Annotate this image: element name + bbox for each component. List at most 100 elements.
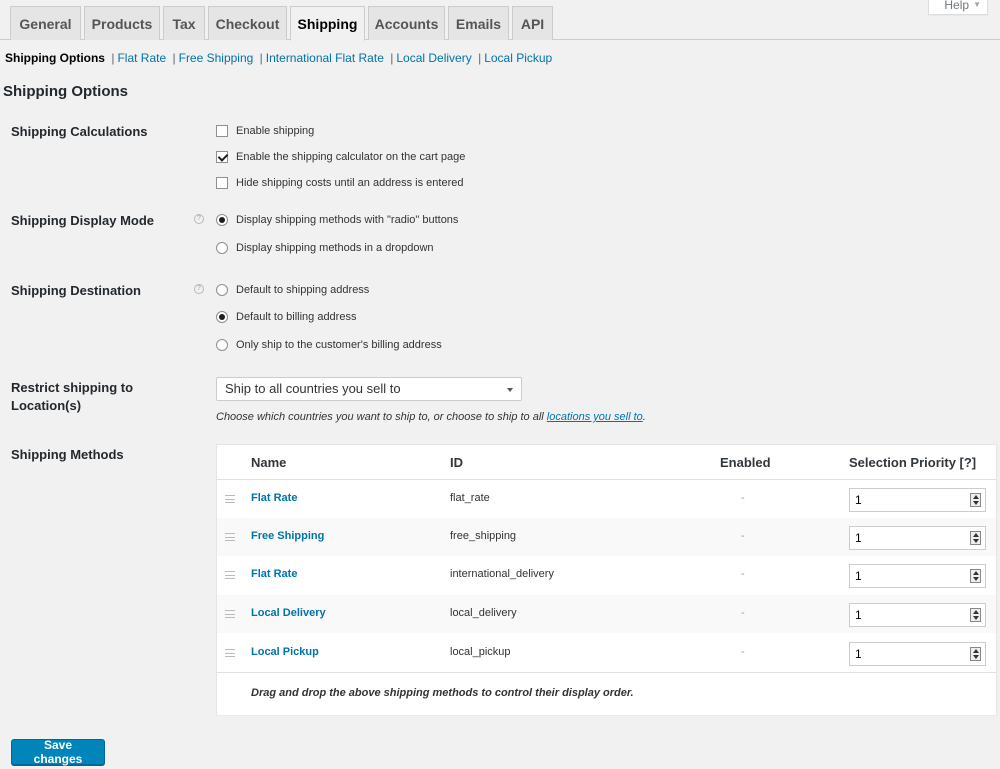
- method-enabled: -: [741, 646, 745, 658]
- subnav-separator: |: [111, 51, 115, 65]
- priority-input[interactable]: 1: [849, 564, 986, 588]
- column-header-id: ID: [450, 455, 463, 470]
- enable-shipping-checkbox[interactable]: Enable shipping: [216, 125, 314, 137]
- tab-general[interactable]: General: [10, 6, 81, 40]
- method-id: free_shipping: [450, 530, 517, 542]
- tab-accounts[interactable]: Accounts: [368, 6, 445, 40]
- drag-handle-icon[interactable]: [225, 610, 235, 618]
- priority-value: 1: [855, 647, 862, 661]
- method-name-link[interactable]: Flat Rate: [251, 492, 297, 504]
- table-header: Name ID Enabled Selection Priority [?]: [217, 445, 996, 480]
- locations-you-sell-to-link[interactable]: locations you sell to: [547, 411, 643, 423]
- tab-api[interactable]: API: [512, 6, 553, 40]
- dropdown-arrow-icon: [507, 388, 513, 392]
- page-title: Shipping Options: [3, 83, 128, 100]
- radio-circle[interactable]: [216, 242, 228, 254]
- method-name-link[interactable]: Local Pickup: [251, 646, 319, 658]
- method-id: local_delivery: [450, 607, 517, 619]
- select-value: Ship to all countries you sell to: [225, 381, 401, 396]
- spinner-icon[interactable]: [970, 493, 981, 507]
- subnav-separator: |: [478, 51, 482, 65]
- restrict-label-line1: Restrict shipping to: [11, 380, 134, 395]
- restrict-shipping-label: Restrict shipping to Location(s): [11, 379, 133, 415]
- method-enabled: -: [741, 530, 745, 542]
- subnav-link-free-shipping[interactable]: Free Shipping: [179, 51, 254, 65]
- default-billing-address-option[interactable]: Default to billing address: [216, 311, 356, 323]
- table-row[interactable]: Flat Rate flat_rate - 1: [217, 480, 996, 518]
- tab-checkout[interactable]: Checkout: [208, 6, 287, 40]
- checkbox-box[interactable]: [216, 177, 228, 189]
- spinner-icon[interactable]: [970, 569, 981, 583]
- table-row[interactable]: Free Shipping free_shipping - 1: [217, 518, 996, 556]
- subnav-link-international-flat-rate[interactable]: International Flat Rate: [266, 51, 384, 65]
- radio-circle[interactable]: [216, 284, 228, 296]
- subnav-separator: |: [172, 51, 176, 65]
- method-name-link[interactable]: Local Delivery: [251, 607, 326, 619]
- hide-shipping-costs-checkbox[interactable]: Hide shipping costs until an address is …: [216, 177, 463, 189]
- radio-circle[interactable]: [216, 339, 228, 351]
- shipping-destination-label: Shipping Destination: [11, 283, 141, 298]
- spinner-icon[interactable]: [970, 608, 981, 622]
- only-billing-address-option[interactable]: Only ship to the customer's billing addr…: [216, 339, 442, 351]
- priority-value: 1: [855, 569, 862, 583]
- priority-input[interactable]: 1: [849, 642, 986, 666]
- drag-handle-icon[interactable]: [225, 495, 235, 503]
- spinner-icon[interactable]: [970, 531, 981, 545]
- option-label: Only ship to the customer's billing addr…: [236, 339, 442, 351]
- table-footer: Drag and drop the above shipping methods…: [217, 672, 996, 715]
- subnav-current: Shipping Options: [5, 51, 105, 65]
- radio-circle[interactable]: [216, 214, 228, 226]
- method-name-link[interactable]: Flat Rate: [251, 568, 297, 580]
- option-label: Enable shipping: [236, 125, 315, 137]
- shipping-methods-table: Name ID Enabled Selection Priority [?] F…: [216, 444, 997, 715]
- table-row[interactable]: Flat Rate international_delivery - 1: [217, 556, 996, 594]
- method-name-link[interactable]: Free Shipping: [251, 530, 324, 542]
- settings-tabs: General Products Tax Checkout Shipping A…: [0, 0, 1000, 41]
- method-id: international_delivery: [450, 568, 554, 580]
- section-subnav: Shipping Options | Flat Rate | Free Shippi…: [5, 51, 552, 65]
- shipping-methods-label: Shipping Methods: [11, 447, 124, 462]
- priority-input[interactable]: 1: [849, 488, 986, 512]
- option-label: Default to billing address: [236, 311, 357, 323]
- shipping-calculations-label: Shipping Calculations: [11, 124, 148, 139]
- spinner-icon[interactable]: [970, 647, 981, 661]
- subnav-link-local-delivery[interactable]: Local Delivery: [396, 51, 471, 65]
- tab-shipping[interactable]: Shipping: [290, 6, 365, 41]
- subnav-link-local-pickup[interactable]: Local Pickup: [484, 51, 552, 65]
- column-header-priority[interactable]: Selection Priority [?]: [849, 455, 976, 470]
- tab-products[interactable]: Products: [84, 6, 160, 40]
- display-dropdown-option[interactable]: Display shipping methods in a dropdown: [216, 242, 434, 254]
- drag-handle-icon[interactable]: [225, 649, 235, 657]
- drag-handle-icon[interactable]: [225, 571, 235, 579]
- restrict-location-select[interactable]: Ship to all countries you sell to: [216, 377, 522, 401]
- tab-tax[interactable]: Tax: [163, 6, 205, 40]
- enable-shipping-calculator-checkbox[interactable]: Enable the shipping calculator on the ca…: [216, 151, 465, 163]
- restrict-label-line2: Location(s): [11, 398, 82, 413]
- drag-handle-icon[interactable]: [225, 533, 235, 541]
- method-enabled: -: [741, 568, 745, 580]
- help-tip-icon[interactable]: ?: [194, 214, 204, 224]
- table-footer-hint: Drag and drop the above shipping methods…: [251, 687, 634, 699]
- priority-input[interactable]: 1: [849, 603, 986, 627]
- tab-emails[interactable]: Emails: [448, 6, 509, 40]
- option-label: Hide shipping costs until an address is …: [236, 177, 464, 189]
- desc-text: Choose which countries you want to ship …: [216, 411, 547, 423]
- display-radio-buttons-option[interactable]: Display shipping methods with "radio" bu…: [216, 214, 458, 226]
- shipping-display-mode-label: Shipping Display Mode: [11, 213, 155, 228]
- table-row[interactable]: Local Delivery local_delivery - 1: [217, 595, 996, 633]
- priority-input[interactable]: 1: [849, 526, 986, 550]
- priority-value: 1: [855, 531, 862, 545]
- desc-suffix: .: [642, 411, 646, 423]
- default-shipping-address-option[interactable]: Default to shipping address: [216, 284, 369, 296]
- priority-value: 1: [855, 608, 862, 622]
- help-tip-icon[interactable]: ?: [194, 284, 204, 294]
- save-changes-button[interactable]: Save changes: [11, 738, 105, 766]
- method-enabled: -: [741, 607, 745, 619]
- subnav-separator: |: [259, 51, 263, 65]
- subnav-link-flat-rate[interactable]: Flat Rate: [117, 51, 166, 65]
- restrict-description: Choose which countries you want to ship …: [216, 411, 646, 423]
- checkbox-box[interactable]: [216, 151, 228, 163]
- table-row[interactable]: Local Pickup local_pickup - 1: [217, 634, 996, 672]
- checkbox-box[interactable]: [216, 125, 228, 137]
- radio-circle[interactable]: [216, 311, 228, 323]
